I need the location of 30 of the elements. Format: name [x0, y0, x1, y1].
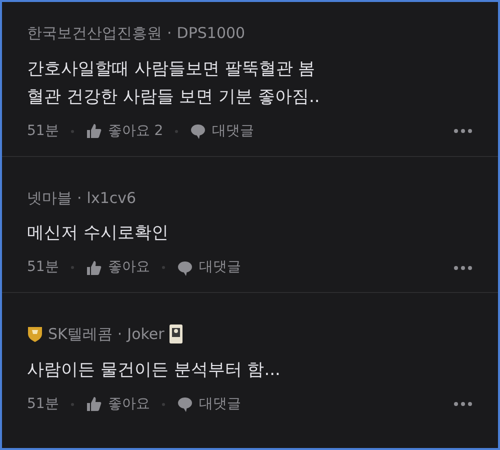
like-button[interactable]: 좋아요 [86, 394, 150, 414]
comment-text: 사람이든 물건이든 분석부터 함... [27, 358, 282, 382]
comment-text: 메신저 수시로확인 [27, 222, 170, 245]
like-button[interactable]: 좋아요 2 [86, 120, 164, 142]
nickname: DPS1000 [176, 23, 246, 44]
nickname: lx1cv6 [86, 188, 136, 208]
thumbs-up-icon [86, 260, 102, 276]
nickname: Joker [127, 324, 164, 345]
separator-dot: · [167, 23, 172, 44]
thumbs-up-icon [86, 123, 102, 139]
timestamp: 51분 [27, 122, 59, 140]
reply-button[interactable]: 대댓글 [190, 120, 254, 142]
company-name: 한국보건산업진흥원 [27, 23, 162, 44]
reply-button[interactable]: 대댓글 [176, 394, 241, 414]
thumbs-up-icon [86, 396, 102, 412]
reply-button[interactable]: 대댓글 [176, 257, 241, 278]
timestamp: 51분 [27, 258, 59, 277]
separator-dot: · [77, 188, 82, 208]
comment-text: 간호사일할때 사람들보면 팔뚝혈관 봄 혈관 건강한 사람들 보면 기분 좋아짐.. [27, 58, 321, 108]
separator-dot: · [117, 324, 122, 345]
company-name: SK텔레콤 [48, 324, 112, 345]
timestamp: 51분 [27, 394, 59, 414]
company-name: 넷마블 [27, 188, 72, 208]
more-options-icon [453, 264, 473, 270]
speech-bubble-icon [176, 396, 193, 412]
more-options-icon [453, 401, 473, 407]
speech-bubble-icon [176, 260, 193, 276]
more-options-icon [453, 128, 473, 134]
like-button[interactable]: 좋아요 [86, 257, 150, 278]
speech-bubble-icon [190, 123, 206, 139]
